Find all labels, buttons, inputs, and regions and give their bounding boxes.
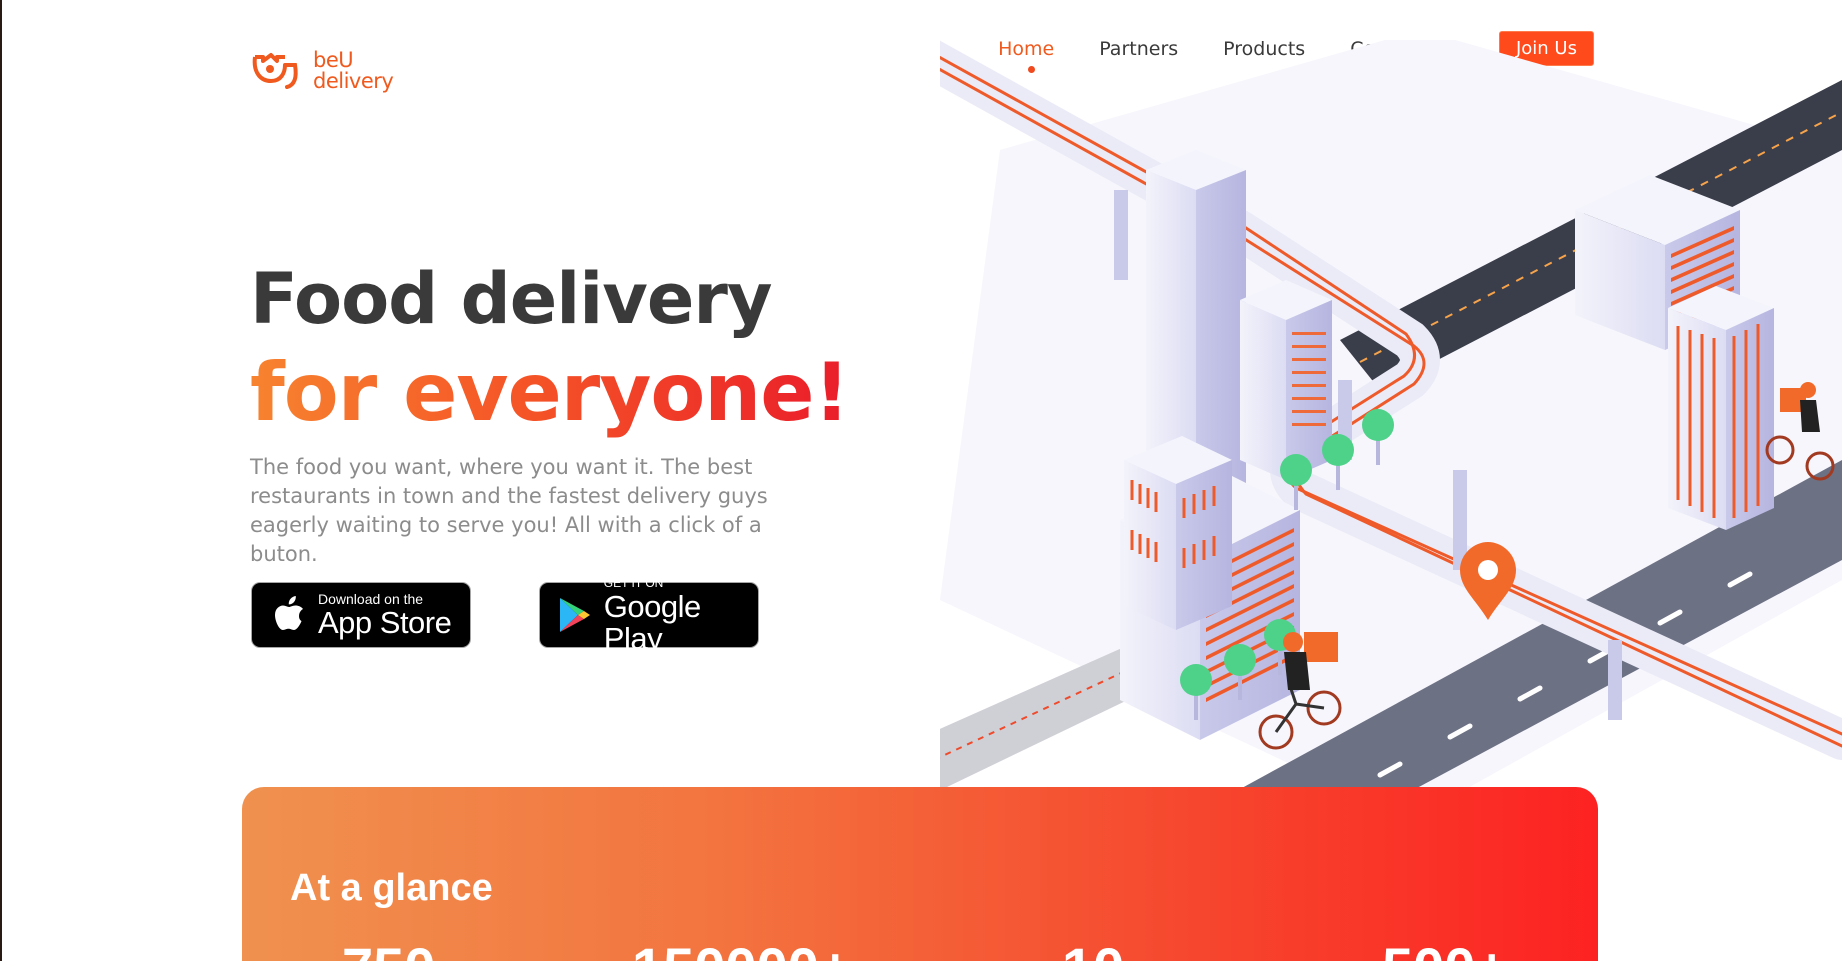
brand-name: beU delivery (313, 48, 394, 93)
app-store-big-text: App Store (318, 604, 452, 640)
small-building (1124, 436, 1232, 630)
city-delivery-illustration (940, 40, 1842, 840)
mid-tower (1240, 280, 1332, 480)
brand-logo[interactable]: beU delivery (251, 48, 394, 93)
logo-mark-icon (252, 53, 298, 89)
brand-name-line1: beU (313, 48, 354, 72)
glance-title: At a glance (290, 867, 493, 909)
hero-subtitle: The food you want, where you want it. Th… (250, 455, 768, 566)
stat-value: 750 (342, 935, 435, 961)
google-play-button[interactable]: GET IT ON Google Play (539, 576, 759, 654)
hero-title-line1: Food delivery (250, 258, 772, 340)
google-play-big-text: Google Play (603, 588, 701, 656)
stat-value: 10 (1062, 935, 1124, 961)
app-store-button[interactable]: Download on the App Store (251, 582, 471, 648)
play-icon (556, 595, 594, 635)
window-edge (0, 0, 2, 961)
apple-icon (268, 595, 308, 635)
hero-title-line2: for everyone! (250, 346, 850, 439)
stat-value: 150000+ (632, 935, 852, 961)
at-a-glance-section: At a glance 750 150000+ 10 500+ (242, 787, 1598, 961)
stat-value: 500+ (1382, 935, 1508, 961)
brand-name-line2: delivery (313, 69, 394, 93)
right-tower (1668, 286, 1774, 530)
